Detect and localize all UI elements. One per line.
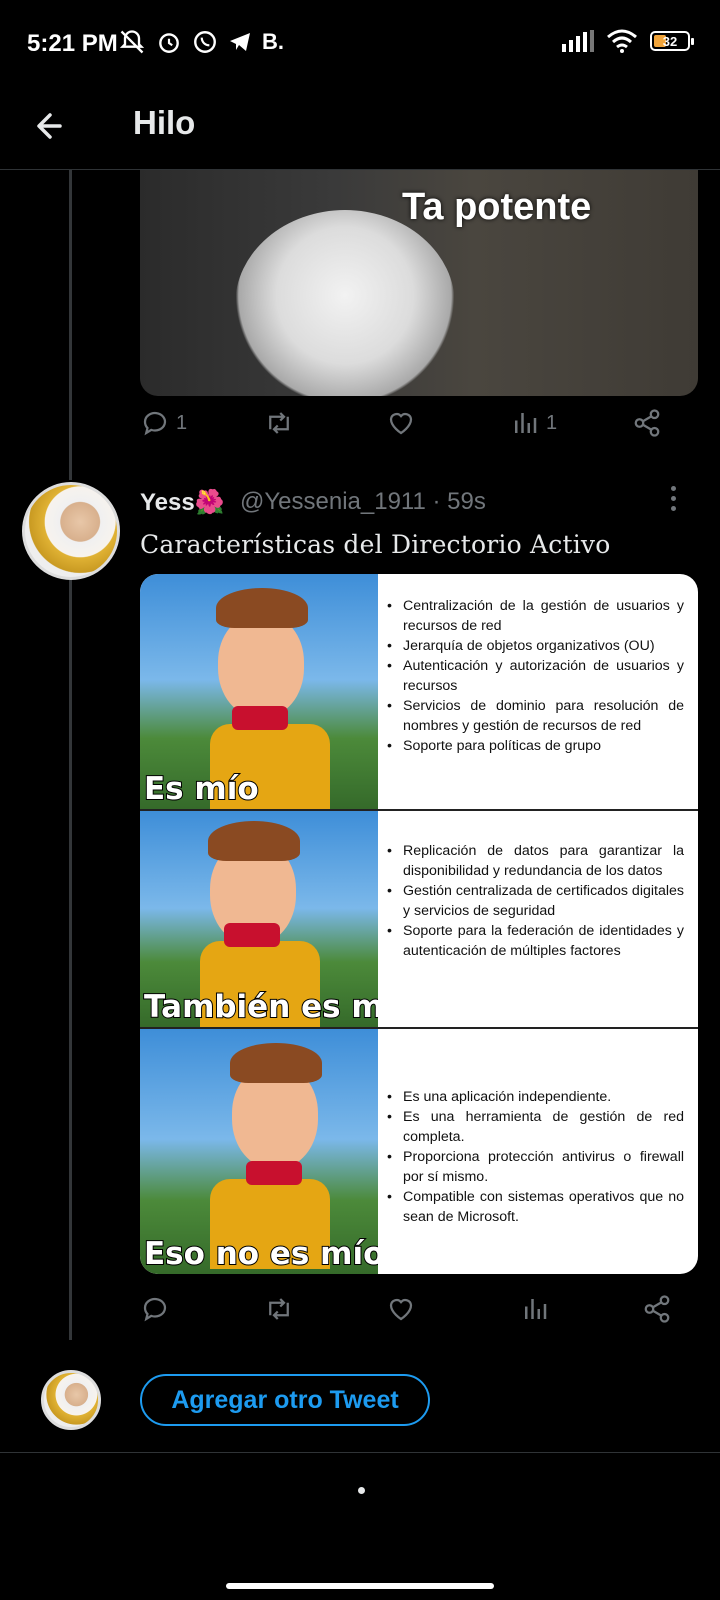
meme-list-1: Centralización de la gestión de usuarios… bbox=[387, 596, 684, 756]
telegram-icon bbox=[230, 33, 250, 51]
like-icon bbox=[389, 412, 413, 435]
status-notification-icons: B. bbox=[118, 28, 284, 56]
meme-label-3: Eso no es mío bbox=[143, 1235, 378, 1273]
views-icon bbox=[515, 413, 537, 433]
retweet-icon bbox=[269, 412, 289, 434]
list-item: Servicios de dominio para resolución de … bbox=[387, 696, 684, 736]
list-item: Soporte para la federación de identidade… bbox=[387, 921, 684, 961]
reply-icon bbox=[143, 411, 167, 436]
divider bbox=[0, 1452, 720, 1453]
battery-level: 32 bbox=[662, 33, 678, 49]
retweet-icon bbox=[269, 1298, 289, 1320]
views-count: 1 bbox=[546, 411, 558, 434]
list-item: Compatible con sistemas operativos que n… bbox=[387, 1187, 684, 1227]
muted-bell-icon bbox=[119, 30, 145, 54]
meme-picture-3: Eso no es mío bbox=[140, 1029, 378, 1274]
thread-line-top bbox=[69, 170, 72, 480]
compose-avatar bbox=[41, 1370, 101, 1430]
battery-icon: 32 bbox=[650, 31, 694, 51]
status-b-indicator: B. bbox=[262, 29, 284, 54]
image-caption: Ta potente bbox=[402, 186, 592, 228]
retweet-button[interactable] bbox=[264, 1294, 294, 1324]
cat-figure bbox=[235, 210, 455, 396]
reply-icon bbox=[143, 1297, 167, 1322]
tweet-image-cat[interactable]: Ta potente bbox=[140, 170, 698, 396]
meme-list-3: Es una aplicación independiente. Es una … bbox=[387, 1087, 684, 1227]
tweet-image-meme[interactable]: Es mío Centralización de la gestión de u… bbox=[140, 574, 698, 1274]
views-button[interactable] bbox=[520, 1294, 550, 1324]
status-bar: 5:21 PM B. 32 bbox=[0, 0, 720, 86]
author-name-text: Yess bbox=[140, 489, 195, 516]
status-system-icons: 32 bbox=[562, 29, 694, 53]
author-handle-time[interactable]: @Yessenia_1911 · 59s bbox=[240, 488, 486, 516]
wifi-icon bbox=[607, 29, 637, 53]
retweet-button[interactable] bbox=[264, 408, 294, 438]
list-item: Es una herramienta de gestión de red com… bbox=[387, 1107, 684, 1147]
share-button[interactable] bbox=[632, 408, 662, 438]
alarm-icon bbox=[159, 33, 179, 53]
avatar[interactable] bbox=[22, 482, 120, 580]
meme-label-1: Es mío bbox=[143, 770, 260, 808]
tweet-text: Características del Directorio Activo bbox=[140, 530, 611, 559]
add-tweet-button[interactable]: Agregar otro Tweet bbox=[140, 1374, 430, 1426]
signal-icon bbox=[562, 30, 594, 52]
thread-header: Hilo bbox=[0, 86, 720, 170]
list-item: Centralización de la gestión de usuarios… bbox=[387, 596, 684, 636]
share-icon bbox=[634, 409, 660, 437]
author-name[interactable]: Yess🌺 bbox=[140, 488, 225, 517]
reply-count: 1 bbox=[176, 411, 188, 434]
page-indicator-dot bbox=[358, 1487, 365, 1494]
like-button[interactable] bbox=[386, 1294, 416, 1324]
list-item: Proporciona protección antivirus o firew… bbox=[387, 1147, 684, 1187]
reply-button[interactable]: 1 bbox=[140, 408, 187, 438]
meme-picture-1: Es mío bbox=[140, 574, 378, 809]
share-button[interactable] bbox=[642, 1294, 672, 1324]
meme-panel-1: Es mío Centralización de la gestión de u… bbox=[140, 574, 698, 811]
meme-picture-2: También es mío bbox=[140, 811, 378, 1027]
more-icon[interactable] bbox=[668, 486, 678, 514]
reply-button[interactable] bbox=[140, 1294, 170, 1324]
views-icon bbox=[525, 1299, 547, 1319]
meme-label-2: También es mío bbox=[143, 988, 378, 1026]
list-item: Autenticación y autorización de usuarios… bbox=[387, 656, 684, 696]
status-time: 5:21 PM bbox=[27, 30, 118, 57]
meme-panel-3: Eso no es mío Es una aplicación independ… bbox=[140, 1029, 698, 1274]
back-arrow-icon[interactable] bbox=[30, 104, 74, 148]
page-title: Hilo bbox=[133, 104, 196, 141]
hibiscus-emoji-icon: 🌺 bbox=[194, 489, 225, 516]
list-item: Gestión centralizada de certificados dig… bbox=[387, 881, 684, 921]
whatsapp-icon bbox=[194, 31, 216, 53]
meme-list-2: Replicación de datos para garantizar la … bbox=[387, 841, 684, 961]
home-indicator[interactable] bbox=[226, 1583, 494, 1589]
list-item: Es una aplicación independiente. bbox=[387, 1087, 684, 1107]
meme-panel-2: También es mío Replicación de datos para… bbox=[140, 811, 698, 1029]
like-icon bbox=[389, 1298, 413, 1321]
like-button[interactable] bbox=[386, 408, 416, 438]
list-item: Replicación de datos para garantizar la … bbox=[387, 841, 684, 881]
list-item: Soporte para políticas de grupo bbox=[387, 736, 684, 756]
list-item: Jerarquía de objetos organizativos (OU) bbox=[387, 636, 684, 656]
share-icon bbox=[644, 1295, 670, 1323]
thread-line-bottom bbox=[69, 580, 72, 1340]
views-button[interactable]: 1 bbox=[510, 408, 557, 438]
